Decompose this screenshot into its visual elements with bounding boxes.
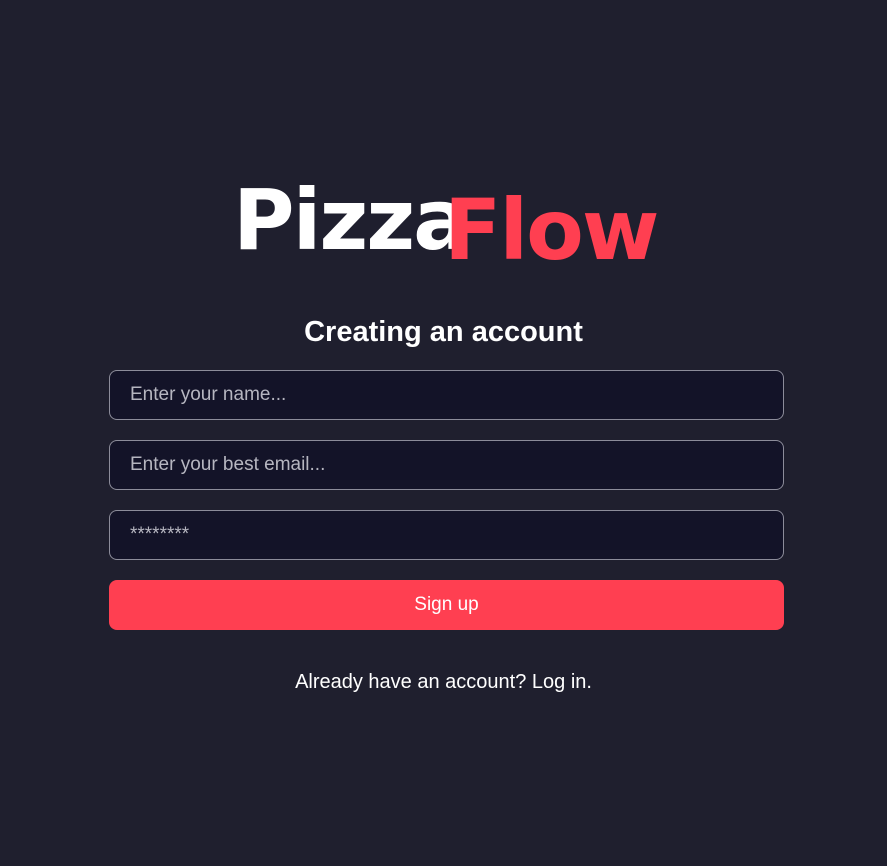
- logo-text-pizza: Pizza: [233, 171, 470, 269]
- password-input[interactable]: [109, 510, 784, 560]
- name-input[interactable]: [109, 370, 784, 420]
- page-title: Creating an account: [304, 316, 583, 348]
- login-link[interactable]: Already have an account? Log in.: [0, 669, 887, 695]
- logo-text-flow: Flow: [444, 181, 659, 279]
- email-input[interactable]: [109, 440, 784, 490]
- signup-button[interactable]: Sign up: [109, 580, 784, 630]
- brand-logo: Pizza Flow: [233, 178, 663, 278]
